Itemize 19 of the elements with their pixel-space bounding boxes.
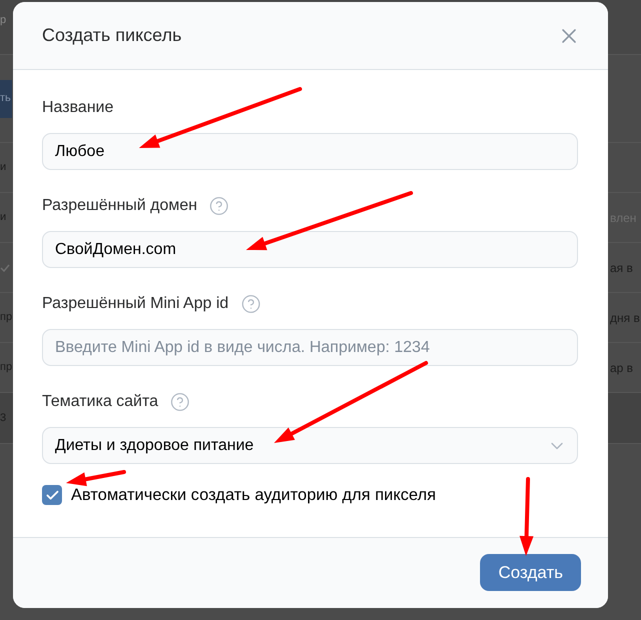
field-label: Разрешённый Mini App id bbox=[42, 294, 229, 314]
help-icon[interactable] bbox=[170, 392, 190, 412]
field-label: Тематика сайта bbox=[42, 392, 158, 412]
page-text-fragment: р bbox=[0, 15, 6, 26]
annotation-arrow bbox=[66, 470, 126, 486]
field-label: Название bbox=[42, 98, 114, 118]
input-field[interactable]: Любое bbox=[42, 133, 578, 170]
input-field[interactable]: СвойДомен.com bbox=[42, 231, 578, 268]
help-icon[interactable] bbox=[240, 294, 261, 314]
check-icon bbox=[0, 264, 10, 272]
help-icon[interactable] bbox=[209, 196, 230, 216]
checkbox-label: Автоматически создать аудиторию для пикселя bbox=[71, 485, 436, 506]
dropdown-field[interactable]: Диеты и здоровое питание bbox=[42, 427, 578, 464]
create-button[interactable]: Создать bbox=[480, 554, 581, 592]
dialog-title: Создать пиксель bbox=[42, 24, 182, 47]
field-label: Разрешённый домен bbox=[42, 196, 198, 216]
checkbox[interactable] bbox=[42, 485, 62, 506]
input-field[interactable]: Введите Mini App id в виде числа. Например: 1234 bbox=[42, 329, 578, 366]
page-button[interactable]: ть bbox=[0, 80, 12, 118]
